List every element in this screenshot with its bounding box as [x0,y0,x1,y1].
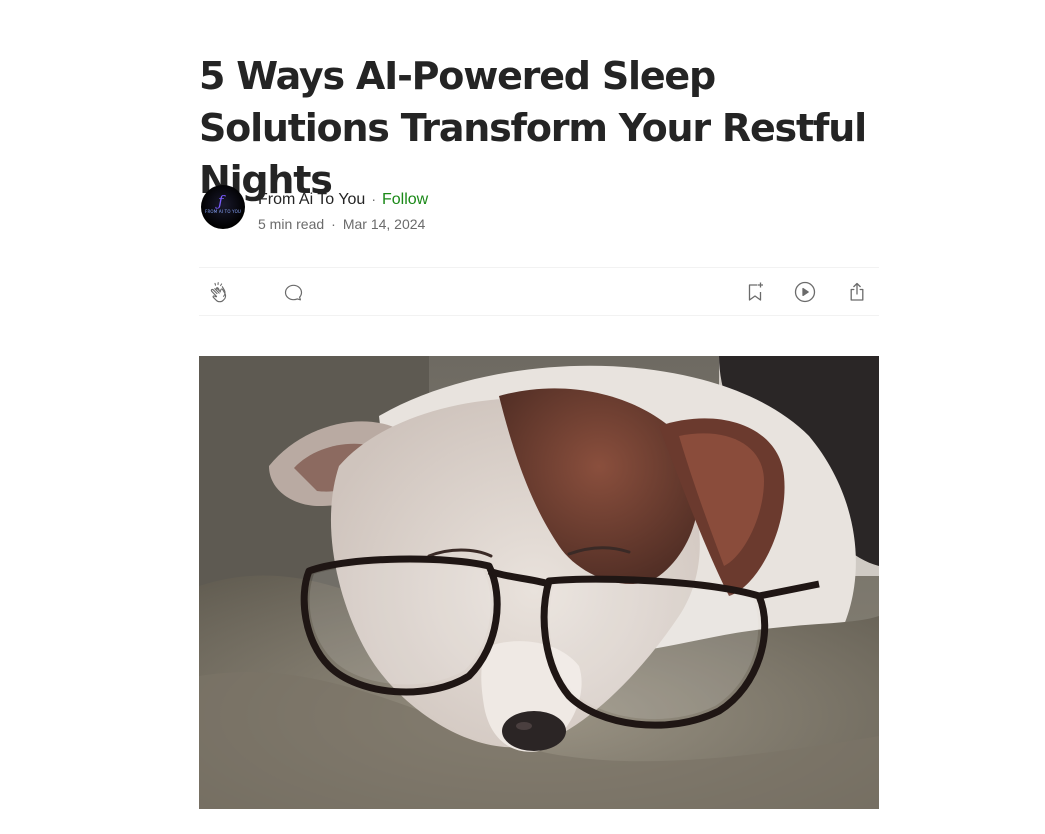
author-name-link[interactable]: From Ai To You [258,191,365,208]
author-line: From Ai To You · Follow [258,189,428,210]
read-time: 5 min read [258,216,325,232]
author-avatar[interactable]: ƒ FROM AI TO YOU [201,185,245,229]
comment-icon[interactable] [281,280,305,304]
hero-image [199,356,879,809]
separator-dot: · [331,216,336,232]
avatar-logo-text: FROM AI TO YOU [204,209,242,214]
share-icon[interactable] [845,280,869,304]
article-title: 5 Ways AI-Powered Sleep Solutions Transf… [199,54,867,202]
clap-icon[interactable] [207,280,231,304]
avatar-logo-mark: ƒ [218,192,224,210]
author-info: From Ai To You · Follow 5 min read · Mar 14,… [258,189,428,234]
publish-date: Mar 14, 2024 [342,216,426,232]
follow-button[interactable]: Follow [382,191,428,208]
listen-play-icon[interactable] [793,280,817,304]
separator-dot: · [371,191,376,207]
author-row: ƒ FROM AI TO YOU From Ai To You · Follow 5… [201,185,801,232]
hero-image-dog-with-glasses [199,356,879,809]
article-meta: 5 min read · Mar 14, 2024 [258,214,428,234]
bookmark-add-icon[interactable] [743,280,767,304]
action-bar [199,267,879,316]
